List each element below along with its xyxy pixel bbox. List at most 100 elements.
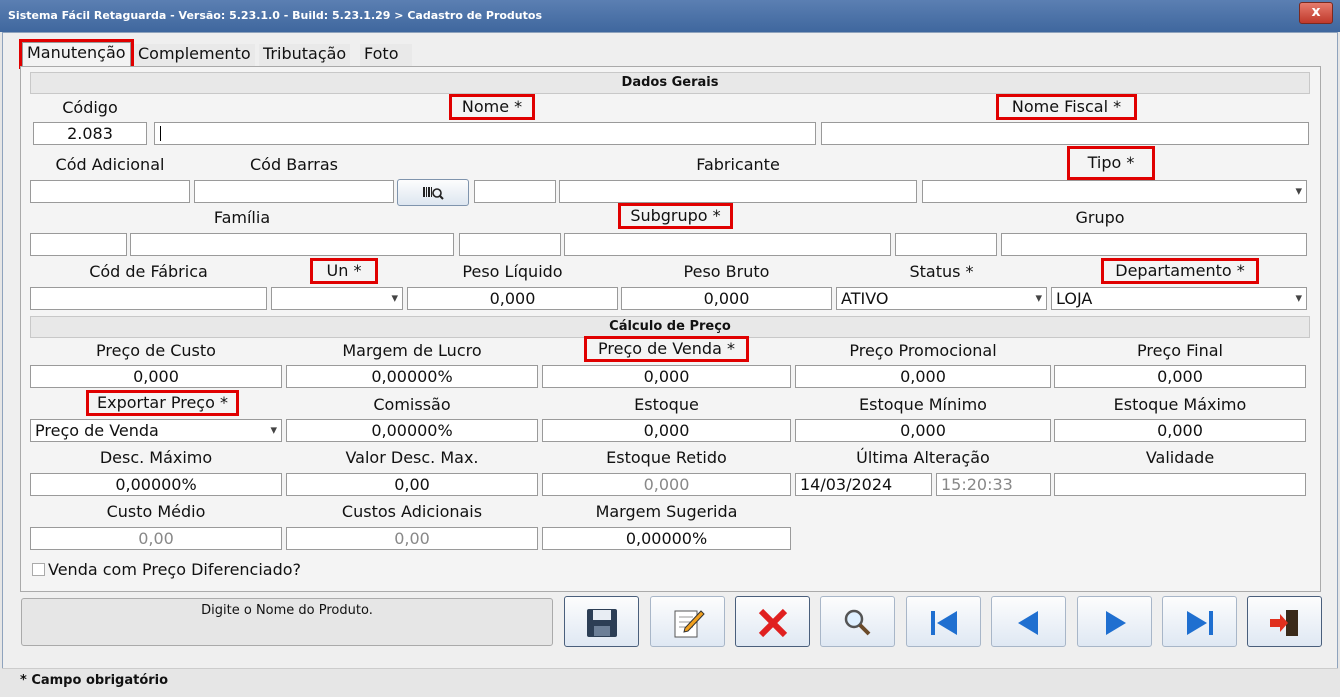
label-margem-lucro: Margem de Lucro <box>342 341 482 360</box>
label-preco-venda: Preço de Venda * <box>584 336 749 362</box>
window-title: Sistema Fácil Retaguarda - Versão: 5.23.… <box>8 9 543 22</box>
delete-icon <box>758 608 788 638</box>
title-bar: Sistema Fácil Retaguarda - Versão: 5.23.… <box>0 0 1340 32</box>
section-dados-gerais: Dados Gerais <box>30 72 1310 94</box>
preco-final-input[interactable]: 0,000 <box>1054 365 1306 388</box>
close-button[interactable]: x <box>1299 2 1333 24</box>
first-record-button[interactable] <box>906 596 981 647</box>
first-icon <box>931 611 957 635</box>
estoque-maximo-input[interactable]: 0,000 <box>1054 419 1306 442</box>
label-margem-sugerida: Margem Sugerida <box>595 502 738 521</box>
delete-button[interactable] <box>735 596 810 647</box>
barcode-search-button[interactable] <box>397 179 469 206</box>
last-record-button[interactable] <box>1162 596 1237 647</box>
label-fabricante: Fabricante <box>696 155 780 174</box>
tab-manutencao[interactable]: Manutenção <box>19 39 134 69</box>
familia-input[interactable] <box>130 233 454 256</box>
label-status: Status * <box>909 262 974 281</box>
grupo-input[interactable] <box>1001 233 1307 256</box>
subgrupo-code-input[interactable] <box>459 233 561 256</box>
tipo-select[interactable] <box>922 180 1307 203</box>
cod-adicional-input[interactable] <box>30 180 190 203</box>
desc-maximo-input[interactable]: 0,00000% <box>30 473 282 496</box>
label-cod-fabrica: Cód de Fábrica <box>89 262 208 281</box>
peso-liquido-input[interactable]: 0,000 <box>407 287 618 310</box>
label-preco-final: Preço Final <box>1137 341 1223 360</box>
label-estoque-maximo: Estoque Máximo <box>1113 395 1247 414</box>
previous-icon <box>1018 611 1038 635</box>
cod-fabrica-input[interactable] <box>30 287 267 310</box>
tab-tributacao[interactable]: Tributação <box>259 44 351 66</box>
footer-required-note: * Campo obrigatório <box>2 668 1338 695</box>
ultima-alteracao-date-field: 14/03/2024 <box>795 473 932 496</box>
nome-fiscal-input[interactable] <box>821 122 1309 145</box>
comissao-input[interactable]: 0,00000% <box>286 419 538 442</box>
exportar-preco-select[interactable]: Preço de Venda <box>30 419 282 442</box>
preco-custo-input[interactable]: 0,000 <box>30 365 282 388</box>
valor-desc-max-input[interactable]: 0,00 <box>286 473 538 496</box>
fabricante-input[interactable] <box>559 180 917 203</box>
margem-lucro-input[interactable]: 0,00000% <box>286 365 538 388</box>
edit-icon <box>674 610 705 638</box>
label-cod-barras: Cód Barras <box>250 155 338 174</box>
label-codigo: Código <box>62 98 118 117</box>
save-button[interactable] <box>564 596 639 647</box>
label-nome-fiscal: Nome Fiscal * <box>996 94 1137 120</box>
next-record-button[interactable] <box>1077 596 1152 647</box>
status-select[interactable]: ATIVO <box>836 287 1047 310</box>
fabricante-code-input[interactable] <box>474 180 556 203</box>
preco-promocional-input[interactable]: 0,000 <box>795 365 1051 388</box>
label-preco-custo: Preço de Custo <box>96 341 216 360</box>
preco-venda-input[interactable]: 0,000 <box>542 365 791 388</box>
un-select[interactable] <box>271 287 403 310</box>
estoque-minimo-input[interactable]: 0,000 <box>795 419 1051 442</box>
familia-code-input[interactable] <box>30 233 127 256</box>
exit-button[interactable] <box>1247 596 1322 647</box>
status-message: Digite o Nome do Produto. <box>201 603 373 618</box>
cod-barras-input[interactable] <box>194 180 394 203</box>
grupo-code-input[interactable] <box>895 233 997 256</box>
label-venda-diferenciada: Venda com Preço Diferenciado? <box>48 560 302 579</box>
label-custo-medio: Custo Médio <box>106 502 206 521</box>
codigo-field[interactable]: 2.083 <box>33 122 147 145</box>
section-calculo-preco: Cálculo de Preço <box>30 316 1310 338</box>
ultima-alteracao-time-field: 15:20:33 <box>936 473 1051 496</box>
status-message-box: Digite o Nome do Produto. <box>21 598 553 646</box>
label-estoque-retido: Estoque Retido <box>606 448 727 467</box>
margem-sugerida-field: 0,00000% <box>542 527 791 550</box>
label-comissao: Comissão <box>373 395 451 414</box>
nome-input[interactable] <box>154 122 816 145</box>
estoque-input[interactable]: 0,000 <box>542 419 791 442</box>
label-departamento: Departamento * <box>1101 258 1259 284</box>
last-icon <box>1187 611 1213 635</box>
edit-button[interactable] <box>650 596 725 647</box>
label-peso-liquido: Peso Líquido <box>462 262 563 281</box>
subgrupo-input[interactable] <box>564 233 891 256</box>
exit-icon <box>1270 610 1298 636</box>
validade-input[interactable] <box>1054 473 1306 496</box>
next-icon <box>1106 611 1126 635</box>
venda-diferenciada-checkbox[interactable] <box>32 563 45 576</box>
label-preco-promocional: Preço Promocional <box>849 341 997 360</box>
search-icon <box>844 609 871 636</box>
tab-foto[interactable]: Foto <box>360 44 412 66</box>
barcode-icon <box>423 187 444 200</box>
custos-adicionais-field: 0,00 <box>286 527 538 550</box>
label-subgrupo: Subgrupo * <box>618 203 733 229</box>
label-custos-adicionais: Custos Adicionais <box>341 502 483 521</box>
peso-bruto-input[interactable]: 0,000 <box>621 287 832 310</box>
label-grupo: Grupo <box>1075 208 1125 227</box>
label-exportar-preco: Exportar Preço * <box>86 390 239 416</box>
label-cod-adicional: Cód Adicional <box>55 155 165 174</box>
previous-record-button[interactable] <box>991 596 1066 647</box>
custo-medio-field: 0,00 <box>30 527 282 550</box>
label-un: Un * <box>310 258 378 284</box>
label-peso-bruto: Peso Bruto <box>683 262 770 281</box>
label-tipo: Tipo * <box>1067 146 1155 180</box>
departamento-select[interactable]: LOJA <box>1051 287 1307 310</box>
tab-complemento[interactable]: Complemento <box>134 44 255 66</box>
estoque-retido-field: 0,000 <box>542 473 791 496</box>
label-estoque-minimo: Estoque Mínimo <box>859 395 987 414</box>
search-button[interactable] <box>820 596 895 647</box>
label-familia: Família <box>213 208 271 227</box>
